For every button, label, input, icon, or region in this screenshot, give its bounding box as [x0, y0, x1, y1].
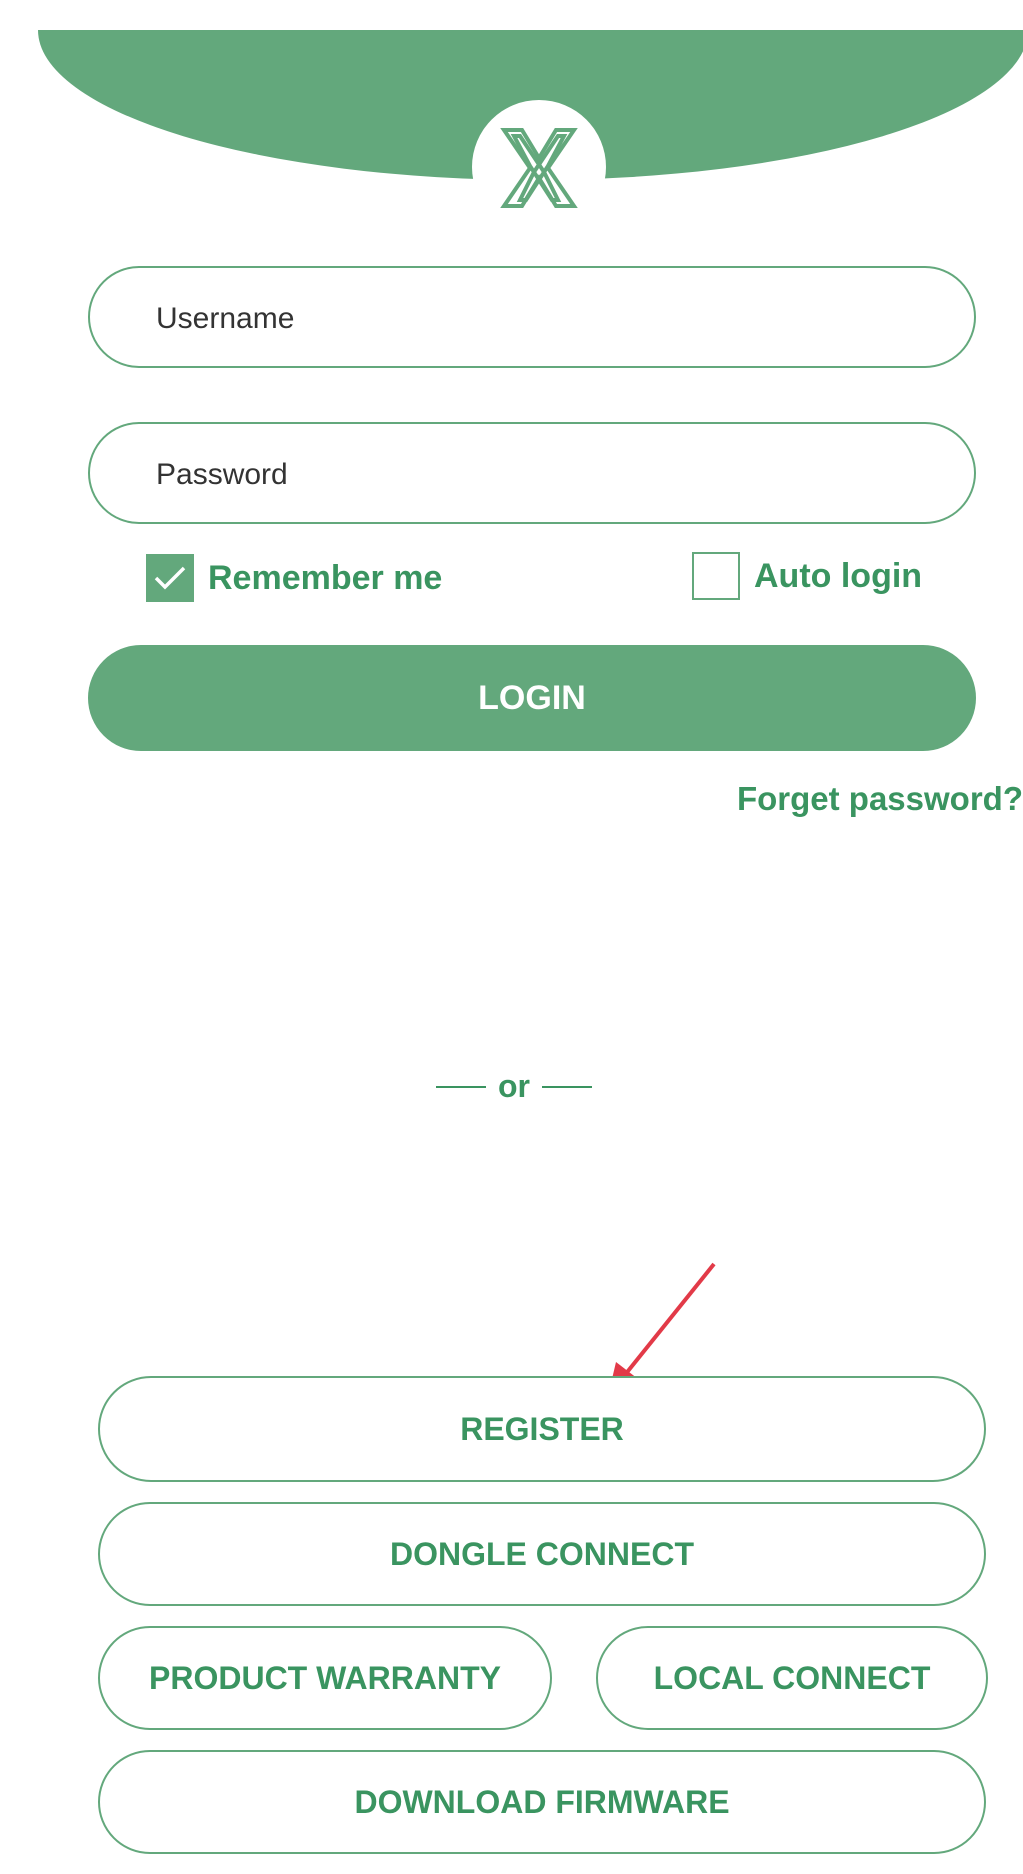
auto-login-label: Auto login — [754, 556, 923, 595]
dongle-connect-button[interactable]: DONGLE CONNECT — [98, 1502, 986, 1606]
username-input[interactable] — [154, 292, 938, 346]
username-field[interactable] — [88, 266, 976, 368]
download-firmware-button[interactable]: DOWNLOAD FIRMWARE — [98, 1750, 986, 1854]
app-logo — [472, 100, 606, 234]
x-logo-icon — [500, 128, 578, 208]
divider-line-left — [436, 1085, 486, 1088]
auto-login-checkbox[interactable] — [692, 552, 740, 600]
remember-me-checkbox[interactable] — [146, 554, 194, 602]
login-button[interactable]: LOGIN — [88, 645, 976, 751]
auto-login-option[interactable]: Auto login — [692, 552, 922, 600]
divider-line-right — [542, 1085, 592, 1088]
register-button[interactable]: REGISTER — [98, 1376, 986, 1482]
remember-me-option[interactable]: Remember me — [146, 554, 442, 602]
password-field[interactable] — [88, 422, 976, 524]
password-input[interactable] — [154, 448, 938, 502]
product-warranty-button[interactable]: PRODUCT WARRANTY — [98, 1626, 552, 1730]
remember-me-label: Remember me — [208, 558, 443, 597]
divider-text: or — [498, 1068, 530, 1104]
checkmark-icon — [154, 566, 186, 590]
local-connect-button[interactable]: LOCAL CONNECT — [596, 1626, 988, 1730]
or-divider: or — [436, 1068, 592, 1105]
forget-password-link[interactable]: Forget password? — [737, 780, 1023, 818]
